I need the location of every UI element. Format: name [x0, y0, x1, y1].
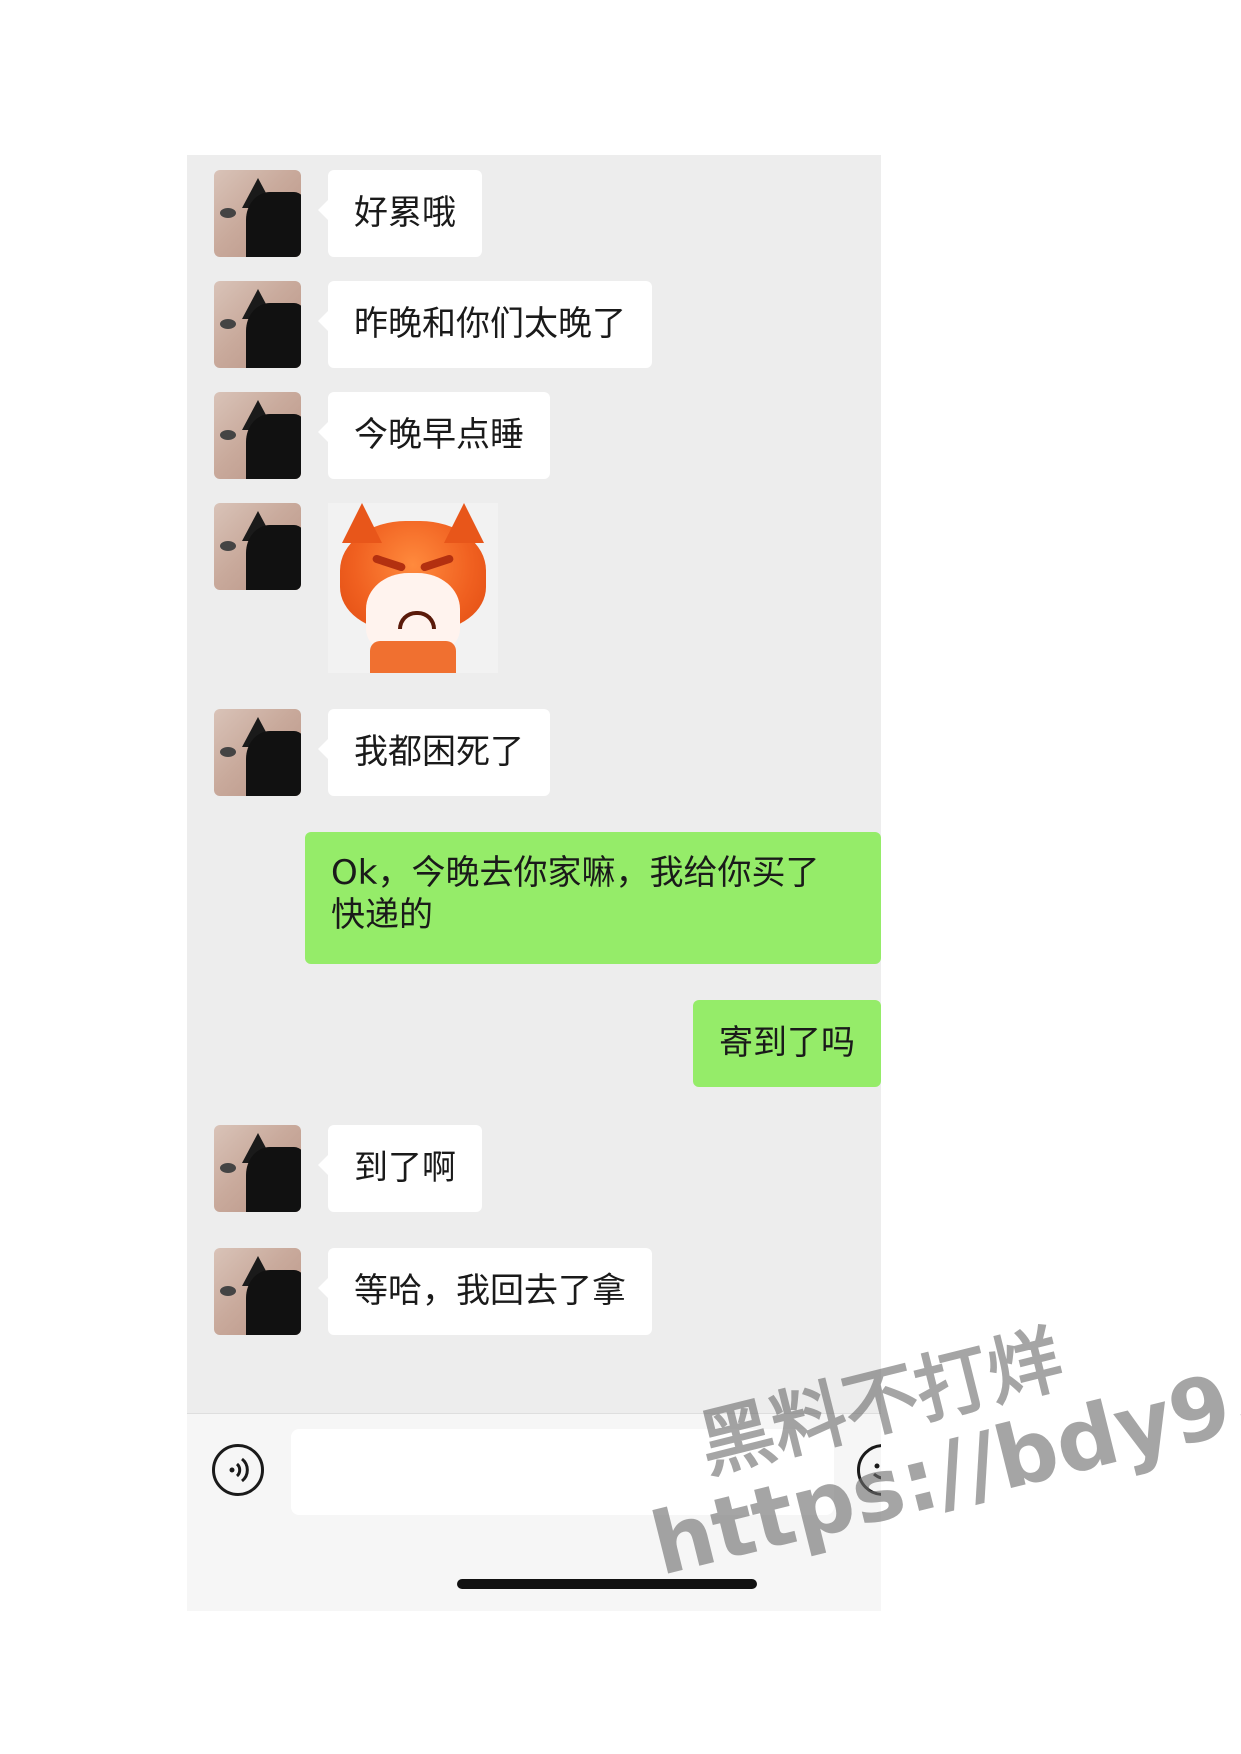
home-indicator: [457, 1579, 757, 1589]
contact-avatar[interactable]: [214, 503, 301, 590]
message-text: 好累哦: [354, 193, 456, 233]
message-bubble[interactable]: 昨晚和你们太晚了: [318, 281, 652, 368]
contact-avatar[interactable]: [214, 709, 301, 796]
message-bubble[interactable]: 等哈，我回去了拿: [318, 1248, 652, 1335]
message-row: 寄到了吗: [187, 1000, 881, 1087]
angry-fox-sticker[interactable]: [328, 503, 498, 673]
message-bubble-outgoing[interactable]: 寄到了吗: [693, 1000, 881, 1087]
message-text: 今晚早点睡: [354, 415, 524, 455]
message-text-line: 快递的: [331, 895, 433, 935]
message-row: 等哈，我回去了拿: [187, 1248, 881, 1335]
message-row: Ok，今晚去你家嘛，我给你买了 快递的: [187, 832, 881, 964]
voice-icon-glyph: [229, 1457, 249, 1483]
contact-avatar[interactable]: [214, 1125, 301, 1212]
message-row: 昨晚和你们太晚了: [187, 281, 881, 368]
message-text: 昨晚和你们太晚了: [354, 304, 626, 344]
message-row: 我都困死了: [187, 709, 881, 796]
message-bubble[interactable]: 到了啊: [318, 1125, 482, 1212]
message-bubble-outgoing[interactable]: Ok，今晚去你家嘛，我给你买了 快递的: [305, 832, 881, 964]
message-bubble[interactable]: 今晚早点睡: [318, 392, 550, 479]
message-input[interactable]: [291, 1429, 834, 1515]
message-row: [187, 503, 881, 673]
message-row: 好累哦: [187, 170, 881, 257]
contact-avatar[interactable]: [214, 1248, 301, 1335]
voice-icon[interactable]: [212, 1444, 264, 1496]
message-bubble[interactable]: 我都困死了: [318, 709, 550, 796]
message-text: 等哈，我回去了拿: [354, 1271, 626, 1311]
input-bar: [187, 1413, 881, 1611]
message-row: 到了啊: [187, 1125, 881, 1212]
message-text: 到了啊: [354, 1148, 456, 1188]
chat-window: 好累哦 昨晚和你们太晚了 今晚早点睡 我都困死了 Ok，今晚去你家嘛，我给你买了…: [187, 155, 881, 1611]
contact-avatar[interactable]: [214, 281, 301, 368]
emoji-icon[interactable]: [857, 1444, 881, 1496]
contact-avatar[interactable]: [214, 170, 301, 257]
contact-avatar[interactable]: [214, 392, 301, 479]
emoji-icon-glyph: [873, 1463, 881, 1480]
message-bubble[interactable]: 好累哦: [318, 170, 482, 257]
message-row: 今晚早点睡: [187, 392, 881, 479]
message-text: 寄到了吗: [719, 1023, 855, 1063]
message-text-line: Ok，今晚去你家嘛，我给你买了: [331, 853, 820, 893]
message-text: 我都困死了: [354, 732, 524, 772]
